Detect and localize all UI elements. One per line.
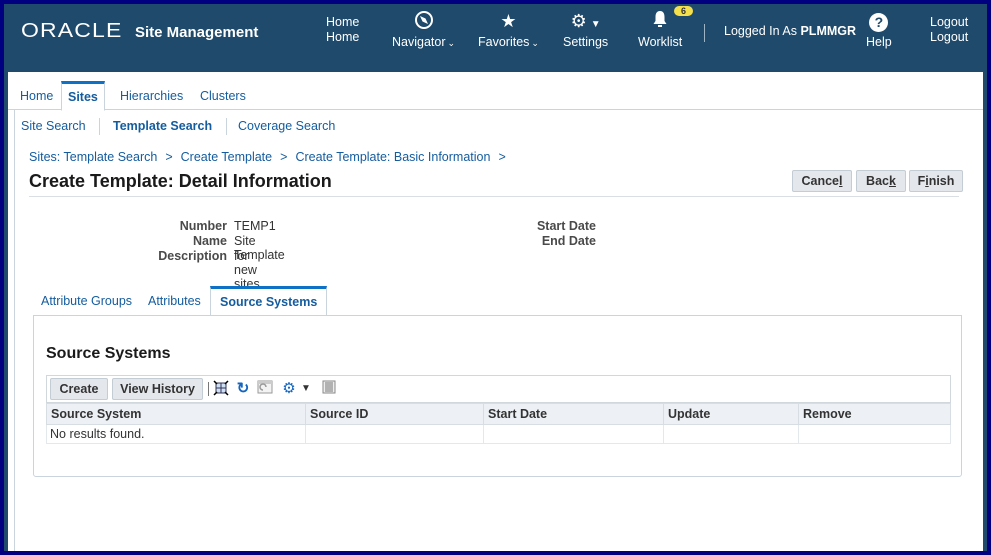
back-accesskey: k bbox=[888, 174, 896, 188]
table-cell bbox=[798, 424, 951, 444]
breadcrumb-separator: > bbox=[280, 150, 288, 164]
tab-attribute-groups[interactable]: Attribute Groups bbox=[41, 294, 132, 308]
settings-menu[interactable]: ⚙ ▼ Settings bbox=[563, 10, 608, 78]
breadcrumb-link[interactable]: Sites: Template Search bbox=[29, 150, 157, 164]
settings-gear-icon[interactable]: ⚙ bbox=[280, 380, 298, 398]
subnav-coverage-search[interactable]: Coverage Search bbox=[238, 119, 335, 133]
create-button[interactable]: Create bbox=[50, 378, 108, 400]
sub-navigation: Site Search Template Search Coverage Sea… bbox=[15, 110, 984, 144]
settings-label: Settings bbox=[563, 35, 609, 49]
detach-icon[interactable] bbox=[212, 380, 230, 398]
help-icon: ? bbox=[869, 13, 889, 32]
source-systems-panel: Source Systems Create View History ↻ ⚙ ▼ bbox=[33, 315, 962, 477]
app-title: Site Management bbox=[135, 24, 259, 41]
table-cell bbox=[663, 424, 799, 444]
number-value: TEMP1 bbox=[234, 219, 276, 233]
tab-sites[interactable]: Sites bbox=[61, 81, 105, 111]
description-value: for new sites bbox=[234, 249, 260, 291]
page-title: Create Template: Detail Information bbox=[29, 171, 332, 191]
caret-down-icon[interactable]: ▼ bbox=[297, 380, 315, 398]
toolbar-divider bbox=[208, 382, 209, 396]
title-divider bbox=[29, 196, 959, 197]
favorites-menu[interactable]: ★ Favorites ⌄ bbox=[478, 10, 539, 78]
favorites-label: Favorites bbox=[478, 35, 530, 49]
table-row: No results found. bbox=[46, 424, 951, 444]
star-icon: ★ bbox=[500, 11, 517, 31]
column-header-remove[interactable]: Remove bbox=[798, 403, 951, 425]
caret-down-icon: ▼ bbox=[590, 19, 601, 30]
tab-attributes[interactable]: Attributes bbox=[148, 294, 201, 308]
logged-in-prefix: Logged In As bbox=[724, 24, 797, 38]
name-label: Name bbox=[192, 234, 227, 248]
compass-icon bbox=[392, 10, 455, 32]
logout-label: Logout bbox=[930, 15, 969, 29]
cancel-label: Cance bbox=[801, 174, 840, 188]
column-header-source-system[interactable]: Source System bbox=[46, 403, 306, 425]
cancel-button[interactable]: Cancel bbox=[792, 170, 852, 192]
global-header: ORACLE Site Management Home Home Navigat… bbox=[4, 4, 987, 72]
subnav-divider bbox=[99, 118, 100, 135]
table-cell bbox=[305, 424, 484, 444]
gear-icon: ⚙ ▼ bbox=[570, 11, 601, 31]
home-label-alt: Home bbox=[326, 30, 360, 44]
empty-message: No results found. bbox=[46, 424, 306, 444]
brand-name: ORACLE bbox=[21, 20, 123, 42]
oracle-logo: ORACLE Site Management bbox=[21, 20, 258, 43]
chevron-down-icon: ⌄ bbox=[447, 38, 456, 48]
logged-in-status: Logged In As PLMMGR bbox=[724, 24, 856, 38]
end-date-label: End Date bbox=[541, 234, 596, 248]
view-history-button[interactable]: View History bbox=[112, 378, 203, 400]
tab-home[interactable]: Home bbox=[14, 81, 59, 110]
number-label: Number bbox=[179, 219, 227, 233]
tab-clusters[interactable]: Clusters bbox=[194, 81, 252, 110]
breadcrumb-separator: > bbox=[498, 150, 506, 164]
finish-label-rest: nish bbox=[928, 174, 955, 188]
breadcrumb: Sites: Template Search > Create Template > C… bbox=[29, 150, 514, 164]
navigator-label: Navigator bbox=[392, 35, 446, 49]
breadcrumb-link[interactable]: Create Template bbox=[181, 150, 273, 164]
worklist-count-badge: 6 bbox=[674, 6, 694, 16]
help-label: Help bbox=[866, 35, 892, 49]
subnav-site-search[interactable]: Site Search bbox=[21, 119, 86, 133]
column-header-start-date[interactable]: Start Date bbox=[483, 403, 664, 425]
columns-icon[interactable] bbox=[320, 380, 338, 398]
tab-hierarchies[interactable]: Hierarchies bbox=[114, 81, 189, 110]
table-toolbar: Create View History ↻ ⚙ ▼ bbox=[46, 375, 951, 403]
chevron-down-icon: ⌄ bbox=[531, 38, 539, 48]
refresh-icon[interactable]: ↻ bbox=[234, 380, 252, 398]
logout-label-alt: Logout bbox=[930, 30, 969, 44]
main-panel: Site Search Template Search Coverage Sea… bbox=[14, 110, 983, 551]
breadcrumb-separator: > bbox=[165, 150, 173, 164]
worklist-label: Worklist bbox=[638, 35, 683, 49]
app-window: ORACLE Site Management Home Home Navigat… bbox=[4, 4, 987, 551]
main-tabs: Home Sites Hierarchies Clusters bbox=[8, 72, 983, 111]
breadcrumb-link[interactable]: Create Template: Basic Information bbox=[295, 150, 490, 164]
column-header-source-id[interactable]: Source ID bbox=[305, 403, 484, 425]
header-divider bbox=[704, 24, 705, 42]
back-button[interactable]: Back bbox=[856, 170, 906, 192]
table-header-row: Source System Source ID Start Date Updat… bbox=[46, 403, 951, 425]
column-header-update[interactable]: Update bbox=[663, 403, 799, 425]
tab-source-systems[interactable]: Source Systems bbox=[210, 286, 328, 316]
table-cell bbox=[483, 424, 664, 444]
worklist-menu[interactable]: 6 Worklist bbox=[638, 6, 694, 78]
username: PLMMGR bbox=[800, 24, 857, 38]
freeze-icon[interactable] bbox=[256, 380, 274, 398]
navigator-menu[interactable]: Navigator ⌄ bbox=[392, 10, 455, 78]
subnav-template-search[interactable]: Template Search bbox=[113, 119, 212, 133]
finish-button[interactable]: Finish bbox=[909, 170, 963, 192]
home-label: Home bbox=[326, 15, 360, 29]
help-menu[interactable]: ? Help bbox=[866, 10, 892, 78]
section-title: Source Systems bbox=[46, 345, 171, 362]
content-area: Home Sites Hierarchies Clusters Site Sea… bbox=[8, 72, 983, 551]
start-date-label: Start Date bbox=[536, 219, 596, 233]
cancel-accesskey: l bbox=[839, 174, 843, 188]
source-systems-table: Source System Source ID Start Date Updat… bbox=[46, 403, 951, 444]
back-label: Bac bbox=[866, 174, 889, 188]
subnav-divider bbox=[226, 118, 227, 135]
description-label: Description bbox=[158, 249, 227, 263]
